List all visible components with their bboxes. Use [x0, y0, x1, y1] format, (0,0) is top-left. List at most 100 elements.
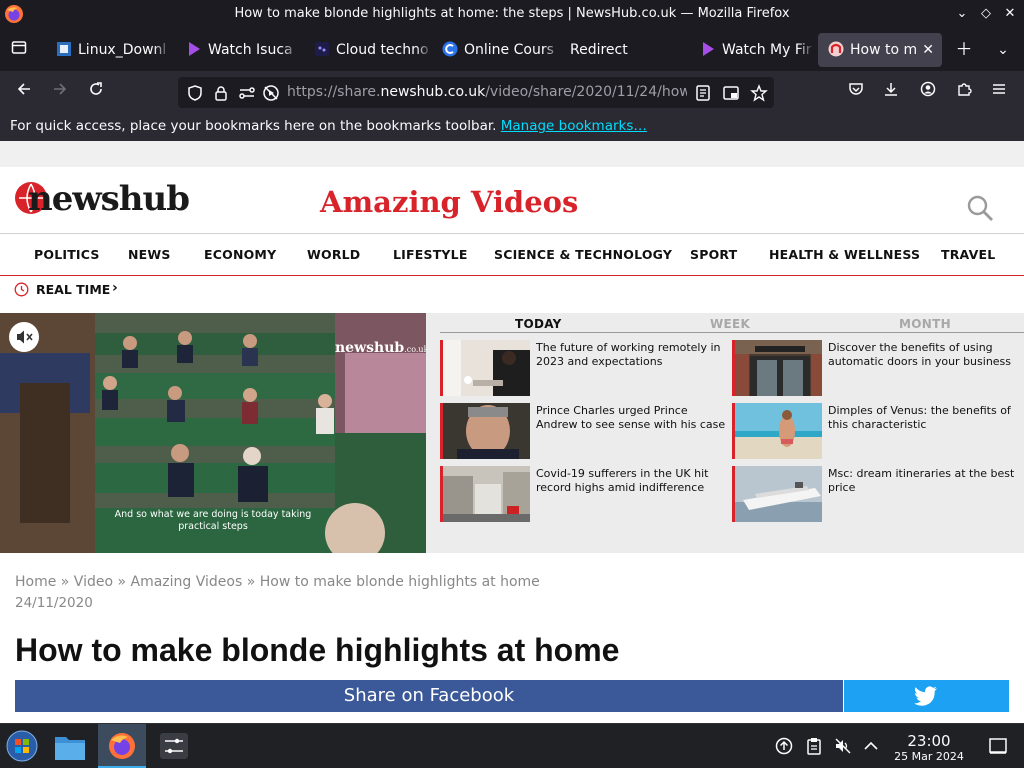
tab-label: Cloud techno	[336, 42, 429, 58]
pocket-icon	[849, 83, 863, 95]
document-icon	[57, 42, 71, 56]
permissions-icon[interactable]	[238, 84, 256, 102]
close-tab-icon[interactable]: ✕	[922, 33, 934, 67]
start-menu-button[interactable]	[0, 724, 48, 768]
address-bar[interactable]: https://share.newshub.co.uk/video/share/…	[178, 77, 774, 108]
mute-button[interactable]	[9, 322, 39, 352]
tab-linux-downloads[interactable]: Linux_Downl	[46, 33, 170, 67]
downloads-button[interactable]	[877, 79, 905, 105]
search-icon[interactable]	[966, 194, 994, 222]
window-title: How to make blonde highlights at home: t…	[234, 6, 790, 21]
c-logo-icon	[442, 41, 458, 57]
tab-watch-isuca[interactable]: Watch Isuca	[176, 33, 298, 67]
firefox-taskbar-button[interactable]	[98, 724, 146, 768]
story-item[interactable]: Covid-19 sufferers in the UK hit record …	[440, 466, 730, 522]
nav-world[interactable]: WORLD	[307, 247, 360, 262]
tab-label: How to ma	[850, 42, 916, 58]
tab-redirect[interactable]: Redirect	[560, 33, 690, 67]
nav-science-technology[interactable]: SCIENCE & TECHNOLOGY	[494, 247, 672, 262]
reader-view-icon[interactable]	[694, 84, 712, 102]
story-item[interactable]: Prince Charles urged Prince Andrew to se…	[440, 403, 730, 459]
video-caption-line1: And so what we are doing is today taking	[115, 509, 312, 520]
chevron-right-icon: ›	[112, 280, 118, 296]
show-desktop-icon[interactable]	[988, 736, 1008, 756]
logo-text: newshub	[28, 179, 190, 219]
window-titlebar: How to make blonde highlights at home: t…	[0, 0, 1024, 29]
app-menu-button[interactable]	[985, 79, 1013, 105]
story-item[interactable]: Discover the benefits of using automatic…	[732, 340, 1022, 396]
minimize-button[interactable]: ⌄	[953, 5, 971, 23]
tab-today[interactable]: TODAY	[515, 317, 562, 331]
share-twitter-button[interactable]	[844, 680, 1009, 712]
maximize-button[interactable]: ◇	[977, 5, 995, 23]
tab-fade	[798, 33, 814, 67]
tracking-protection-shield-icon[interactable]	[186, 84, 204, 102]
story-title: Prince Charles urged Prince Andrew to se…	[536, 404, 726, 431]
trending-tabs: TODAY WEEK MONTH	[440, 317, 1024, 333]
nav-politics[interactable]: POLITICS	[34, 247, 100, 262]
tab-strip: Linux_Downl Watch Isuca Cloud techno Onl…	[0, 29, 1024, 71]
video-player[interactable]: newshub.co.uk And so what we are doing i…	[0, 313, 426, 553]
manage-bookmarks-link[interactable]: Manage bookmarks…	[501, 118, 647, 134]
story-title: Covid-19 sufferers in the UK hit record …	[536, 467, 709, 494]
tab-month[interactable]: MONTH	[899, 317, 951, 331]
list-all-tabs-button[interactable]: ⌄	[990, 37, 1016, 63]
download-icon	[885, 83, 897, 96]
account-button[interactable]	[914, 79, 942, 105]
cloud-icon	[315, 42, 329, 56]
back-button[interactable]	[10, 79, 38, 105]
url-text[interactable]: https://share.newshub.co.uk/video/share/…	[287, 84, 687, 100]
twitter-bird-icon	[914, 686, 937, 706]
clock-date[interactable]: 25 Mar 2024	[888, 750, 970, 763]
tab-week[interactable]: WEEK	[710, 317, 750, 331]
forward-arrow-icon	[54, 83, 67, 95]
folder-icon	[55, 737, 85, 760]
main-navigation: POLITICS NEWS ECONOMY WORLD LIFESTYLE SC…	[0, 233, 1024, 276]
firefox-view-button[interactable]	[6, 37, 32, 63]
nav-travel[interactable]: TRAVEL	[941, 247, 995, 262]
real-time-bar[interactable]: REAL TIME ›	[0, 277, 1024, 303]
breadcrumb[interactable]: Home » Video » Amazing Videos » How to m…	[15, 574, 540, 590]
chevron-up-icon[interactable]	[862, 737, 880, 755]
bookmarks-empty-message: For quick access, place your bookmarks h…	[10, 118, 501, 134]
nav-economy[interactable]: ECONOMY	[204, 247, 276, 262]
settings-taskbar-button[interactable]	[150, 724, 198, 768]
clock-time[interactable]: 23:00	[905, 732, 953, 750]
reload-button[interactable]	[82, 79, 110, 105]
close-window-button[interactable]: ✕	[1001, 5, 1019, 23]
forward-button[interactable]	[46, 79, 74, 105]
nav-sport[interactable]: SPORT	[690, 247, 737, 262]
story-title: The future of working remotely in 2023 a…	[536, 341, 721, 368]
bookmark-star-icon[interactable]	[750, 84, 768, 102]
tab-cloud-technology[interactable]: Cloud techno	[304, 33, 432, 67]
tab-watch-my-first[interactable]: Watch My Fir	[690, 33, 814, 67]
autoplay-blocked-icon[interactable]	[262, 84, 280, 102]
video-caption-line2: practical steps	[178, 521, 248, 532]
pocket-button[interactable]	[842, 79, 870, 105]
tab-fade	[282, 33, 298, 67]
play-icon	[703, 42, 714, 56]
nav-news[interactable]: NEWS	[128, 247, 171, 262]
volume-muted-icon[interactable]	[834, 737, 852, 755]
story-item[interactable]: The future of working remotely in 2023 a…	[440, 340, 730, 396]
tab-online-courses[interactable]: Online Cours	[432, 33, 560, 67]
clipboard-icon[interactable]	[805, 737, 823, 755]
story-thumbnail	[440, 466, 530, 522]
play-icon	[189, 42, 200, 56]
tab-how-to-make-active[interactable]: How to ma ✕	[818, 33, 942, 67]
nav-lifestyle[interactable]: LIFESTYLE	[393, 247, 468, 262]
page-viewport: newshub Amazing Videos POLITICS NEWS ECO…	[0, 141, 1024, 723]
firefox-view-icon	[11, 41, 27, 54]
speaker-muted-icon	[17, 330, 33, 344]
story-item[interactable]: Msc: dream itineraries at the best price	[732, 466, 1022, 522]
picture-in-picture-icon[interactable]	[722, 84, 740, 102]
lock-icon[interactable]	[212, 84, 230, 102]
extensions-button[interactable]	[950, 79, 978, 105]
new-tab-button[interactable]: ＋	[951, 37, 977, 63]
update-notifier-icon[interactable]	[775, 737, 793, 755]
file-manager-button[interactable]	[46, 724, 94, 768]
story-item[interactable]: Dimples of Venus: the benefits of this c…	[732, 403, 1022, 459]
share-facebook-button[interactable]: Share on Facebook	[15, 680, 843, 712]
account-icon	[920, 81, 936, 97]
nav-health-wellness[interactable]: HEALTH & WELLNESS	[769, 247, 920, 262]
